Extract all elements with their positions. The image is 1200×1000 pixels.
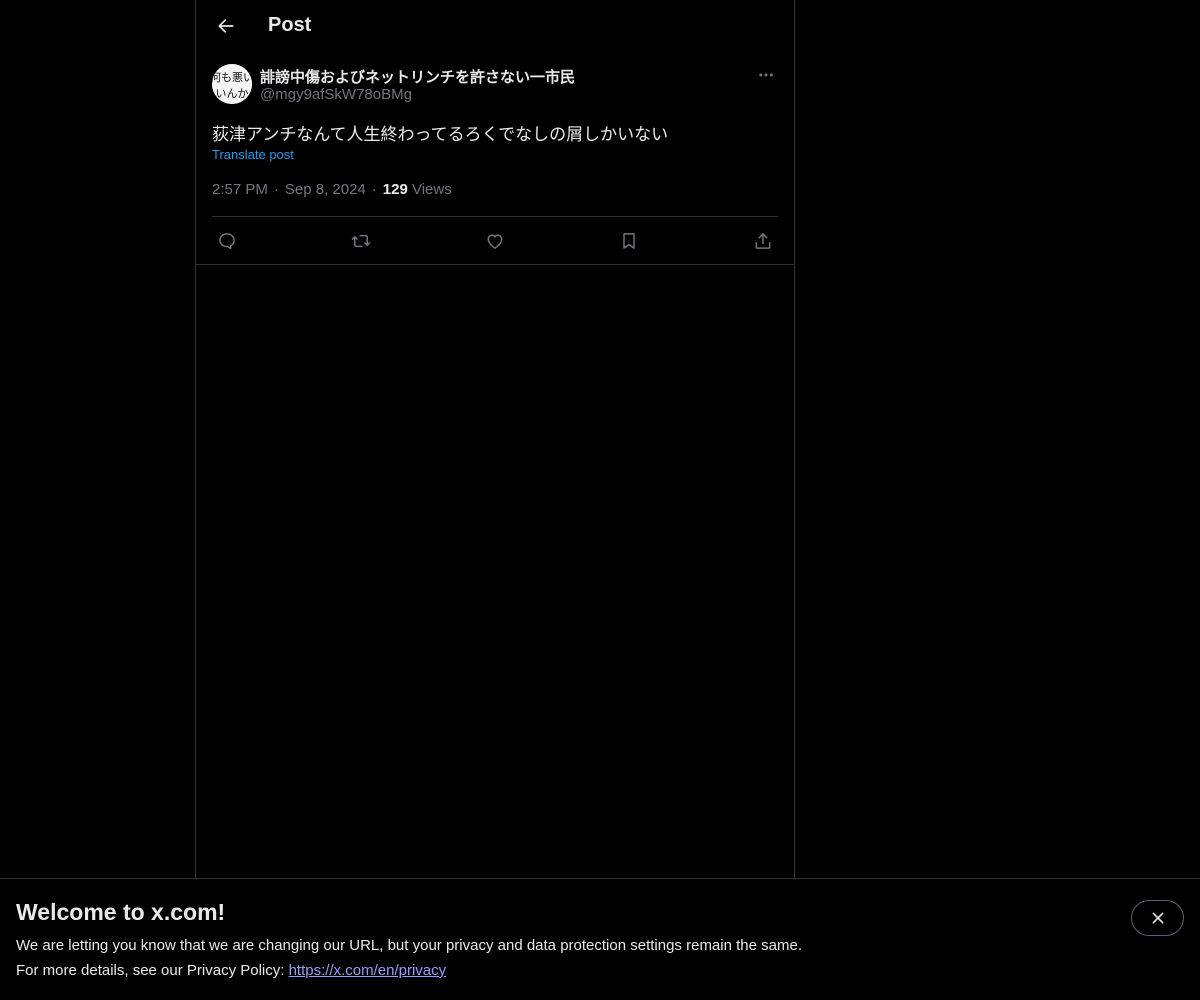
primary-column: Post 何も悪い いんか 誹謗中傷およびネットリンチを許さない一市民 @mgy… (195, 0, 795, 1000)
more-options-button[interactable] (754, 64, 778, 86)
post-meta: 2:57 PM · Sep 8, 2024 · 129 Views (212, 181, 452, 198)
more-horizontal-icon (759, 73, 773, 77)
arrow-left-icon (218, 19, 234, 33)
meta-separator: · (273, 181, 279, 198)
banner-title: Welcome to x.com! (16, 899, 226, 925)
post-date[interactable]: Sep 8, 2024 (285, 181, 366, 198)
close-icon (1152, 912, 1163, 924)
post-author-row: 何も悪い いんか 誹謗中傷およびネットリンチを許さない一市民 @mgy9afSk… (212, 64, 778, 108)
share-button[interactable] (748, 226, 778, 256)
back-button[interactable] (208, 8, 244, 44)
author-handle[interactable]: @mgy9afSkW78oBMg (260, 86, 412, 103)
reply-button[interactable] (212, 226, 242, 256)
repost-button[interactable] (346, 226, 376, 256)
views-label: Views (411, 181, 452, 198)
avatar[interactable]: 何も悪い いんか (212, 64, 252, 104)
share-icon (755, 232, 771, 249)
banner-details: For more details, see our Privacy Policy… (16, 962, 446, 979)
page-title: Post (268, 14, 312, 36)
author-display-name[interactable]: 誹謗中傷およびネットリンチを許さない一市民 (260, 66, 575, 87)
bookmark-button[interactable] (614, 226, 644, 256)
translate-post-link[interactable]: Translate post (212, 147, 294, 162)
privacy-policy-link[interactable]: https://x.com/en/privacy (289, 962, 447, 979)
like-button[interactable] (480, 226, 510, 256)
bookmark-icon (623, 232, 635, 249)
reply-icon (219, 232, 235, 249)
meta-separator: · (371, 181, 377, 198)
banner-message: We are letting you know that we are chan… (16, 937, 802, 954)
close-banner-button[interactable] (1131, 900, 1184, 936)
header-bar: Post (196, 0, 794, 53)
avatar-text-top: 何も悪い (212, 71, 252, 84)
welcome-banner: Welcome to x.com! We are letting you kno… (0, 878, 1200, 1000)
post-actions (212, 217, 778, 264)
avatar-text-bottom: いんか (216, 87, 249, 100)
post-time[interactable]: 2:57 PM (212, 181, 268, 198)
post-text: 荻津アンチなんて人生終わってるろくでなしの屑しかいない (212, 125, 669, 144)
banner-details-text: For more details, see our Privacy Policy… (16, 962, 289, 979)
views-count: 129 (382, 181, 408, 198)
like-icon (487, 233, 503, 249)
avatar-image: 何も悪い いんか (212, 64, 252, 104)
repost-icon (351, 234, 371, 247)
divider (196, 264, 794, 265)
